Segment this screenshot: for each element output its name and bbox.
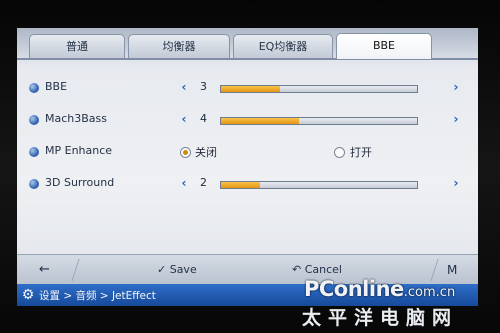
gear-icon[interactable]: ⚙ bbox=[20, 287, 36, 303]
watermark-brand: PConline bbox=[304, 277, 404, 301]
setting-label: BBE bbox=[45, 80, 68, 93]
tab-equalizer[interactable]: 均衡器 bbox=[128, 34, 230, 58]
surround-slider[interactable] bbox=[220, 181, 418, 189]
dot-icon bbox=[29, 83, 39, 93]
dot-icon bbox=[29, 115, 39, 125]
setting-label: 3D Surround bbox=[45, 176, 115, 189]
setting-row-mp-enhance: MP Enhance 关闭 打开 bbox=[17, 140, 478, 164]
slider-fill bbox=[221, 118, 300, 124]
setting-row-mach3bass: Mach3Bass ‹ 4 › bbox=[17, 108, 478, 132]
radio-on[interactable] bbox=[334, 147, 345, 158]
chevron-right-icon[interactable]: › bbox=[449, 175, 463, 191]
radio-off[interactable] bbox=[180, 147, 191, 158]
breadcrumb: 设置 > 音频 > JetEffect bbox=[39, 290, 156, 302]
save-button[interactable]: ✓ Save bbox=[157, 260, 197, 280]
chevron-left-icon[interactable]: ‹ bbox=[177, 79, 191, 95]
setting-row-3d-surround: 3D Surround ‹ 2 › bbox=[17, 172, 478, 196]
setting-value: 2 bbox=[200, 176, 207, 189]
chevron-right-icon[interactable]: › bbox=[449, 79, 463, 95]
mach3bass-slider[interactable] bbox=[220, 117, 418, 125]
slider-fill bbox=[221, 86, 280, 92]
bbe-slider[interactable] bbox=[220, 85, 418, 93]
tab-bar: 普通 均衡器 EQ均衡器 BBE bbox=[17, 28, 478, 60]
setting-label: Mach3Bass bbox=[45, 112, 107, 125]
tab-eq-equalizer[interactable]: EQ均衡器 bbox=[233, 34, 333, 58]
chevron-right-icon[interactable]: › bbox=[449, 111, 463, 127]
setting-row-bbe: BBE ‹ 3 › bbox=[17, 76, 478, 100]
setting-value: 4 bbox=[200, 112, 207, 125]
setting-label: MP Enhance bbox=[45, 144, 113, 157]
chevron-left-icon[interactable]: ‹ bbox=[177, 111, 191, 127]
tab-bbe[interactable]: BBE bbox=[336, 33, 432, 59]
watermark-chinese: 太平洋电脑网 bbox=[302, 307, 459, 329]
radio-off-label[interactable]: 关闭 bbox=[195, 144, 217, 160]
back-button[interactable]: ← bbox=[39, 260, 50, 280]
watermark-domain: .com.cn bbox=[403, 285, 456, 300]
dot-icon bbox=[29, 147, 39, 157]
tab-normal[interactable]: 普通 bbox=[29, 34, 125, 58]
radio-on-label[interactable]: 打开 bbox=[350, 144, 372, 160]
watermark-logo: PConline.com.cn bbox=[304, 277, 455, 301]
chevron-left-icon[interactable]: ‹ bbox=[177, 175, 191, 191]
setting-value: 3 bbox=[200, 80, 207, 93]
screen: 普通 均衡器 EQ均衡器 BBE BBE ‹ 3 › Mach3Bass ‹ 4… bbox=[17, 28, 478, 306]
slider-fill bbox=[221, 182, 261, 188]
toolbar-divider bbox=[59, 259, 80, 281]
dot-icon bbox=[29, 179, 39, 189]
